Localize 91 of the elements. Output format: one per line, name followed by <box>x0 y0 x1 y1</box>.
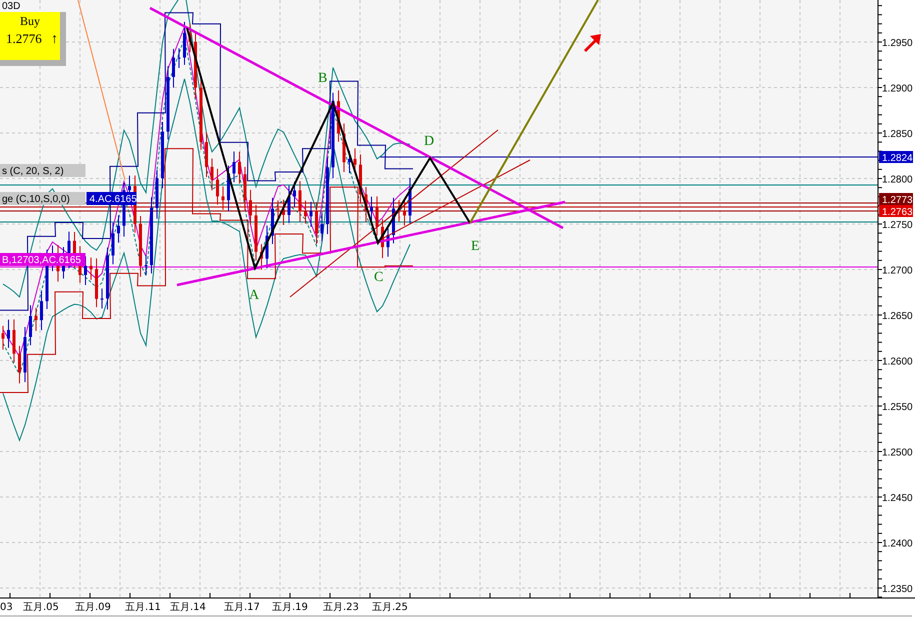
up-arrow: ↑ <box>51 30 58 46</box>
candlestick <box>403 200 406 226</box>
candlestick <box>249 189 252 226</box>
candlestick <box>117 214 120 244</box>
candlestick <box>408 177 412 224</box>
candlestick <box>271 197 274 245</box>
price-axis-label: 1.2500 <box>882 448 913 458</box>
candlestick <box>315 202 318 245</box>
candlestick <box>139 216 142 278</box>
candlestick <box>161 121 164 189</box>
candlestick <box>238 151 241 184</box>
indicator-value: 4.AC.6165 <box>90 194 137 205</box>
candlestick <box>24 326 26 383</box>
candlestick <box>232 151 236 183</box>
arrow-icon <box>584 34 601 52</box>
candlestick <box>84 256 87 286</box>
candlestick <box>106 247 109 310</box>
candlestick <box>282 199 285 226</box>
candlestick <box>266 225 268 269</box>
pattern-point-label: C <box>374 270 384 285</box>
price-axis-label: 1.2400 <box>882 538 913 550</box>
indicator-label: B,12703,AC.6165 <box>2 255 81 266</box>
candlestick <box>310 201 312 228</box>
price-axis-label: 1.2900 <box>882 84 913 94</box>
date-axis-label: 03 <box>0 602 13 613</box>
indicator-label: ge (C,10,S,0,0) <box>2 194 70 205</box>
pattern-point-label: B <box>318 71 328 86</box>
candlestick <box>7 319 10 348</box>
candlestick <box>183 21 186 66</box>
date-axis-label: 五月.25 <box>372 602 408 613</box>
candlestick <box>260 244 263 270</box>
indicator-label: s (C, 20, S, 2) <box>2 166 64 177</box>
candlestick <box>376 196 378 236</box>
candlestick <box>288 185 290 224</box>
candlestick <box>205 132 208 178</box>
candlestick <box>156 170 158 220</box>
price-tag-label: 1.2773 <box>882 195 913 206</box>
candlestick <box>178 48 180 68</box>
price-axis-label: 1.2700 <box>882 266 913 276</box>
price-axis-label: 1.2950 <box>882 38 913 49</box>
price-axis-label: 1.2350 <box>882 584 913 595</box>
candlestick <box>293 181 296 208</box>
candlestick <box>216 168 219 206</box>
candlestick <box>348 150 351 174</box>
price-axis-label: 1.2650 <box>882 311 913 322</box>
candlestick <box>95 258 98 308</box>
candlestick <box>364 186 368 223</box>
candlestick <box>370 196 373 221</box>
price-axis-label: 1.2450 <box>882 493 913 504</box>
pattern-point-label: A <box>249 288 260 303</box>
price-axis-label: 1.2800 <box>882 174 913 186</box>
order-box[interactable] <box>0 12 60 60</box>
order-action: Buy <box>20 14 40 28</box>
candlestick <box>90 257 92 280</box>
pattern-point-label: D <box>424 134 434 149</box>
candlestick <box>40 291 43 331</box>
candlestick <box>244 166 246 212</box>
date-axis-label: 五月.17 <box>224 602 260 613</box>
candlestick <box>172 48 175 88</box>
candlestick <box>2 325 4 350</box>
candlestick <box>188 23 192 53</box>
price-tag-label: 1.2824 <box>882 153 913 164</box>
candlestick <box>320 212 324 242</box>
price-axis-label: 1.2850 <box>882 129 913 140</box>
candlestick <box>210 158 214 191</box>
candlestick <box>304 200 307 224</box>
candlestick <box>29 304 32 346</box>
pattern-point-label: E <box>471 239 480 254</box>
candlestick <box>34 307 38 332</box>
price-axis-label: 1.2750 <box>882 220 913 231</box>
candlestick <box>18 345 21 384</box>
price-axis-label: 1.2600 <box>882 356 913 368</box>
price-axis-label: 1.2550 <box>882 402 913 413</box>
symbol-label: 03D <box>2 1 20 12</box>
date-axis-label: 五月.05 <box>23 602 59 613</box>
candlestick <box>254 204 258 262</box>
candlestick <box>112 222 114 265</box>
price-tag-label: 1.2763 <box>882 207 913 218</box>
candlestick <box>398 200 400 222</box>
date-axis-label: 五月.19 <box>272 602 308 613</box>
candlestick <box>298 180 302 222</box>
candlestick <box>12 318 16 363</box>
order-price: 1.2776 <box>6 31 42 46</box>
candlestick <box>100 288 104 310</box>
candlestick <box>144 254 148 276</box>
candlestick <box>222 186 224 210</box>
date-axis-label: 五月.23 <box>323 602 359 613</box>
candlestick <box>392 197 395 244</box>
date-axis-label: 五月.14 <box>170 602 206 613</box>
date-axis-label: 五月.11 <box>125 602 161 613</box>
date-axis-label: 五月.09 <box>75 602 111 613</box>
